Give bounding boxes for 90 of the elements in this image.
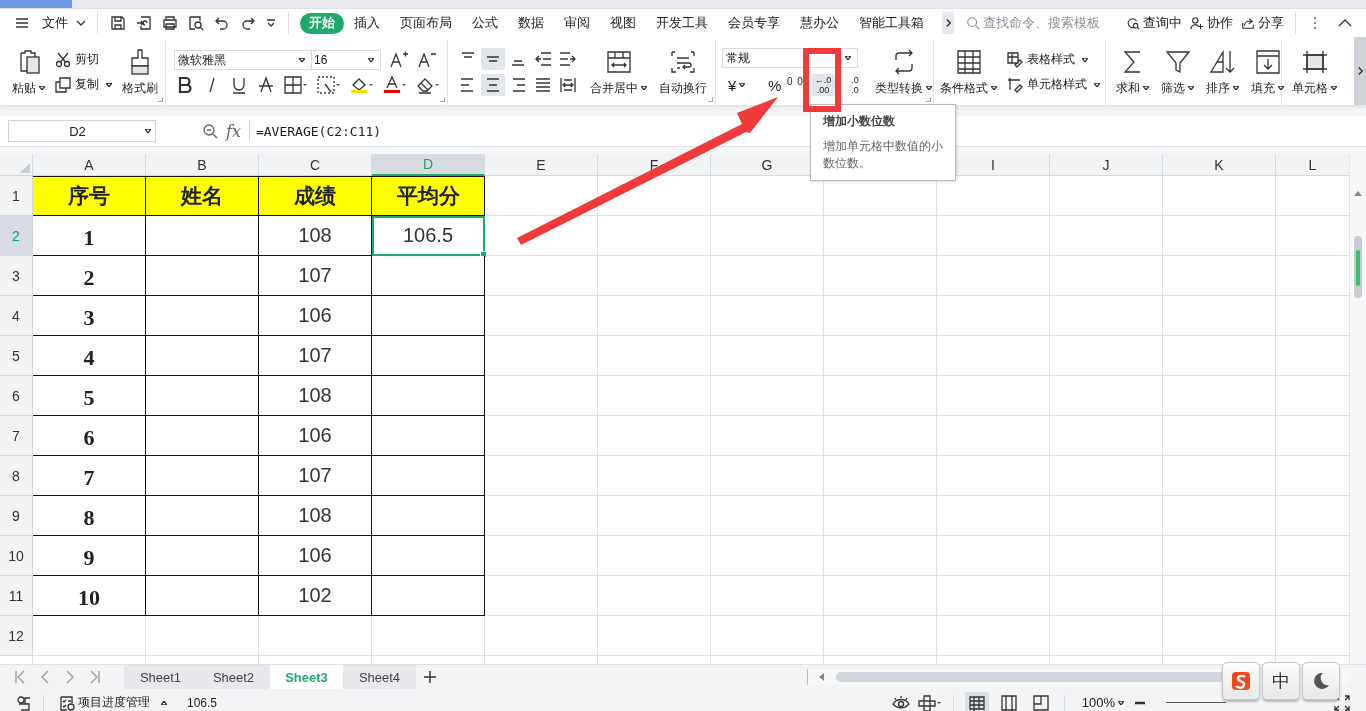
table-cell: 106 — [259, 536, 372, 576]
table-cell: 1 — [33, 216, 146, 256]
column-header[interactable]: E — [485, 154, 598, 176]
row-header[interactable]: 6 — [0, 376, 33, 416]
ribbon-tab[interactable]: 慧办公 — [790, 12, 849, 34]
table-cell: 9 — [33, 536, 146, 576]
table-cell: 3 — [33, 296, 146, 336]
table-cell: 106.5 — [372, 216, 485, 256]
row-header[interactable]: 12 — [0, 616, 33, 656]
table-cell: 108 — [259, 376, 372, 416]
ribbon-tab[interactable]: 会员专享 — [718, 12, 790, 34]
table-cell: 108 — [259, 496, 372, 536]
cut-button[interactable]: 剪切 — [55, 51, 112, 68]
copy-button[interactable]: 复制 — [55, 76, 112, 93]
table-cell: 102 — [259, 576, 372, 616]
conditional-format-button[interactable]: 条件格式 — [938, 45, 999, 99]
function-label[interactable]: fx — [226, 121, 241, 141]
ribbon-tab[interactable]: 开发工具 — [646, 12, 718, 34]
sort-button[interactable]: 排序 — [1204, 45, 1241, 99]
table-cell: 平均分 — [372, 176, 485, 216]
sheet-tab[interactable]: Sheet4 — [343, 665, 416, 689]
thousands-button[interactable]: 0 0 — [787, 76, 805, 87]
column-header[interactable]: C — [259, 154, 372, 176]
decimal-button[interactable]: ←.0 .00 — [811, 74, 835, 96]
percent-button[interactable]: % — [768, 76, 782, 94]
table-cell: 4 — [33, 336, 146, 376]
sheet-tab[interactable]: Sheet2 — [197, 665, 270, 689]
row-header[interactable]: 7 — [0, 416, 33, 456]
table-cell: 107 — [259, 256, 372, 296]
collaborate-button[interactable]: 协作 — [1190, 14, 1233, 32]
cells-button[interactable]: 单元格 — [1290, 45, 1339, 99]
row-header[interactable]: 1 — [0, 176, 33, 216]
ribbon-tab[interactable]: 公式 — [462, 12, 508, 34]
column-header[interactable]: L — [1276, 154, 1349, 176]
ime-language-key[interactable]: 中 — [1262, 662, 1300, 700]
table-cell: 5 — [33, 376, 146, 416]
font-select[interactable]: 微软雅黑 — [174, 50, 312, 70]
row-header[interactable]: 3 — [0, 256, 33, 296]
ribbon-tab[interactable]: 页面布局 — [390, 12, 462, 34]
query-button[interactable]: 查询中 — [1126, 14, 1182, 32]
row-header[interactable]: 10 — [0, 536, 33, 576]
cell-style-button[interactable]: 单元格样式 — [1007, 76, 1100, 93]
table-cell: 6 — [33, 416, 146, 456]
table-cell: 107 — [259, 336, 372, 376]
status-value: 106.5 — [187, 695, 218, 710]
table-cell: 106 — [259, 296, 372, 336]
column-header[interactable]: K — [1163, 154, 1276, 176]
wrap-text-button[interactable]: 自动换行 — [657, 45, 709, 99]
table-cell: 序号 — [33, 176, 146, 216]
decimal-button[interactable]: .0 .0 — [843, 74, 867, 96]
table-style-button[interactable]: 表格样式 — [1007, 51, 1100, 68]
column-header[interactable]: A — [33, 154, 146, 176]
ribbon-tab[interactable]: 智能工具箱 — [849, 12, 934, 34]
table-cell: 10 — [33, 576, 146, 616]
type-convert-button[interactable]: 类型转换 — [873, 45, 934, 99]
row-header[interactable]: 8 — [0, 456, 33, 496]
table-cell: 106 — [259, 416, 372, 456]
format-painter-button[interactable]: 格式刷 — [120, 45, 160, 99]
number-format-select[interactable]: 常规 — [722, 48, 858, 68]
name-box[interactable]: D2 — [8, 120, 156, 142]
row-header[interactable]: 5 — [0, 336, 33, 376]
table-cell: 成绩 — [259, 176, 372, 216]
ribbon-tab[interactable]: 数据 — [508, 12, 554, 34]
filter-button[interactable]: 筛选 — [1159, 45, 1196, 99]
paste-button[interactable]: 粘贴 — [10, 45, 47, 99]
table-cell: 108 — [259, 216, 372, 256]
ribbon-tab[interactable]: 插入 — [344, 12, 390, 34]
row-header[interactable]: 9 — [0, 496, 33, 536]
file-menu[interactable]: 文件 — [42, 14, 68, 32]
table-cell: 姓名 — [146, 176, 259, 216]
column-header[interactable]: J — [1050, 154, 1163, 176]
table-cell: 2 — [33, 256, 146, 296]
table-cell: 107 — [259, 456, 372, 496]
row-header[interactable]: 11 — [0, 576, 33, 616]
search-field[interactable]: 查找命令、搜索模板 — [966, 16, 1114, 30]
font-size-select[interactable]: 16 — [311, 50, 381, 70]
ribbon-tab[interactable]: 审阅 — [554, 12, 600, 34]
row-header[interactable]: 4 — [0, 296, 33, 336]
sheet-tab[interactable]: Sheet1 — [124, 665, 197, 689]
merge-center-button[interactable]: 合并居中 — [588, 45, 649, 99]
share-button[interactable]: 分享 — [1241, 14, 1284, 32]
ribbon-tab[interactable]: 视图 — [600, 12, 646, 34]
table-cell: 8 — [33, 496, 146, 536]
zoom-select[interactable]: 100% — [1081, 695, 1124, 710]
table-cell: 7 — [33, 456, 146, 496]
fill-button[interactable]: 填充 — [1249, 45, 1286, 99]
column-header[interactable]: B — [146, 154, 259, 176]
currency-button[interactable]: ¥ — [728, 76, 760, 94]
document-button[interactable]: 项目进度管理 — [59, 694, 167, 711]
sum-button[interactable]: 求和 — [1114, 45, 1151, 99]
